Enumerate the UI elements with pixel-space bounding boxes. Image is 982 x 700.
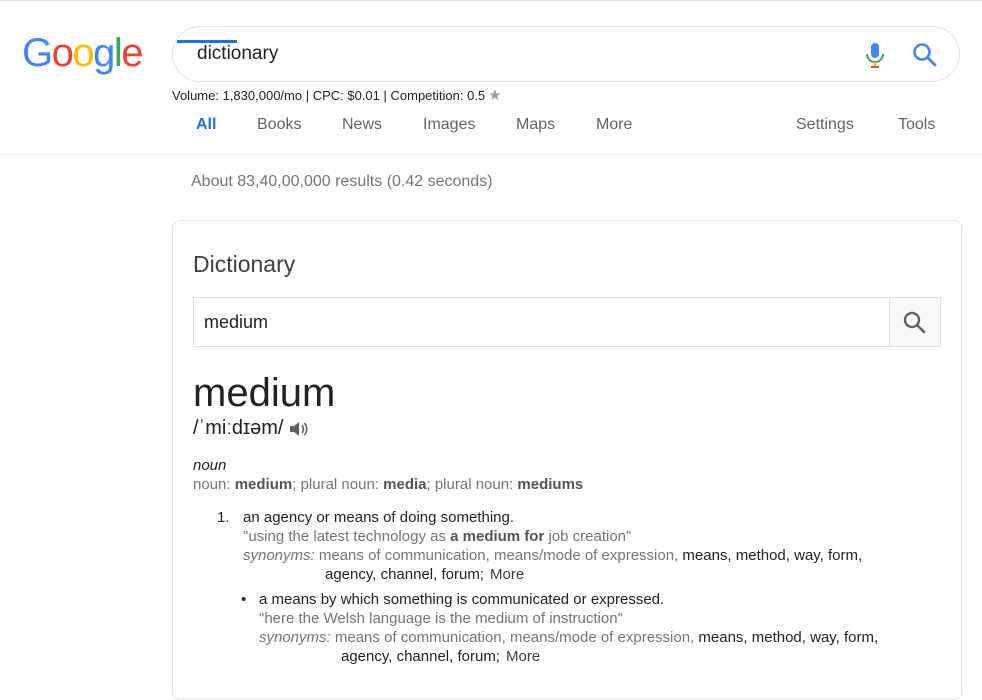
synonyms-label: synonyms: xyxy=(243,547,315,564)
synonyms-row: synonyms: means of communication, means/… xyxy=(259,628,949,647)
tab-maps[interactable]: Maps xyxy=(516,116,555,134)
dictionary-input-value[interactable]: medium xyxy=(204,312,268,333)
tab-books[interactable]: Books xyxy=(257,116,301,134)
form-word: medium xyxy=(234,476,293,493)
headword: medium xyxy=(193,371,336,415)
dictionary-search-input[interactable]: medium xyxy=(193,297,891,347)
synonyms-dark[interactable]: means, method, way, form, xyxy=(682,547,862,564)
logo-letter: o xyxy=(51,31,74,75)
tab-more[interactable]: More xyxy=(596,116,632,134)
word-forms: noun: medium; plural noun: media; plural… xyxy=(193,476,583,493)
google-logo[interactable]: Google xyxy=(22,31,143,75)
star-icon[interactable]: ★ xyxy=(488,87,501,104)
forms-sep: ; plural noun: xyxy=(292,476,384,493)
synonyms-row-2: agency, channel, forum; More xyxy=(259,647,949,666)
tab-all[interactable]: All xyxy=(196,116,216,134)
search-icon xyxy=(903,311,926,334)
synonyms-grey: means of communication, means/mode of ex… xyxy=(334,629,695,646)
synonyms-more-link[interactable]: More xyxy=(506,648,540,665)
logo-letter: o xyxy=(72,31,94,75)
synonyms-row: synonyms: means of communication, means/… xyxy=(243,546,933,565)
logo-letter: e xyxy=(121,31,143,75)
bullet: • xyxy=(241,591,247,608)
logo-letter: l xyxy=(113,31,123,75)
dictionary-search-button[interactable] xyxy=(889,297,941,347)
keyword-stats: Volume: 1,830,000/mo | CPC: $0.01 | Comp… xyxy=(172,88,486,103)
form-word: media xyxy=(383,476,427,493)
definition-text: a means by which something is communicat… xyxy=(259,591,665,608)
forms-sep: ; plural noun: xyxy=(426,476,518,493)
active-tab-indicator xyxy=(177,40,237,43)
synonyms-more-link[interactable]: More xyxy=(490,566,524,583)
keyword-info: Volume: 1,830,000/mo | CPC: $0.01 | Comp… xyxy=(172,86,502,104)
example-part: "using the latest technology as xyxy=(243,528,451,545)
speaker-icon[interactable] xyxy=(289,420,309,438)
search-input[interactable]: dictionary xyxy=(197,43,278,65)
logo-letter: g xyxy=(93,31,115,75)
tab-settings[interactable]: Settings xyxy=(796,116,854,134)
definition-example: "using the latest technology as a medium… xyxy=(243,527,933,546)
card-title: Dictionary xyxy=(193,251,296,277)
synonyms-dark[interactable]: agency, channel, forum; xyxy=(325,566,484,583)
example-part: job creation" xyxy=(544,528,632,545)
logo-letter: G xyxy=(22,31,53,75)
search-tabs: All Books News Images Maps More Settings… xyxy=(0,110,982,154)
tab-images[interactable]: Images xyxy=(423,116,475,134)
phonetic-text: /ˈmiːdɪəm/ xyxy=(193,417,284,439)
example-bold: a medium for xyxy=(450,528,545,545)
definition-example: "here the Welsh language is the medium o… xyxy=(259,610,623,627)
phonetic: /ˈmiːdɪəm/ xyxy=(193,417,309,440)
tab-tools[interactable]: Tools xyxy=(898,116,935,134)
synonyms-row-2: agency, channel, forum; More xyxy=(243,565,933,584)
synonyms-label: synonyms: xyxy=(259,629,331,646)
tab-news[interactable]: News xyxy=(342,116,382,134)
tabs-divider xyxy=(0,154,982,155)
forms-label: noun: xyxy=(193,476,235,493)
synonyms-dark[interactable]: agency, channel, forum; xyxy=(341,648,500,665)
search-box[interactable]: dictionary xyxy=(172,26,960,82)
definition-text: an agency or means of doing something. xyxy=(243,509,515,526)
result-stats: About 83,40,00,000 results (0.42 seconds… xyxy=(191,173,493,190)
definition-number: 1. xyxy=(217,509,230,526)
synonyms-dark[interactable]: means, method, way, form, xyxy=(698,629,878,646)
search-icon[interactable] xyxy=(911,41,939,69)
mic-icon[interactable] xyxy=(863,41,887,69)
synonyms-grey: means of communication, means/mode of ex… xyxy=(318,547,679,564)
dictionary-card: Dictionary medium medium /ˈmiːdɪəm/ noun… xyxy=(172,220,962,700)
top-divider xyxy=(0,0,982,1)
part-of-speech: noun xyxy=(193,457,227,474)
form-word: mediums xyxy=(517,476,584,493)
